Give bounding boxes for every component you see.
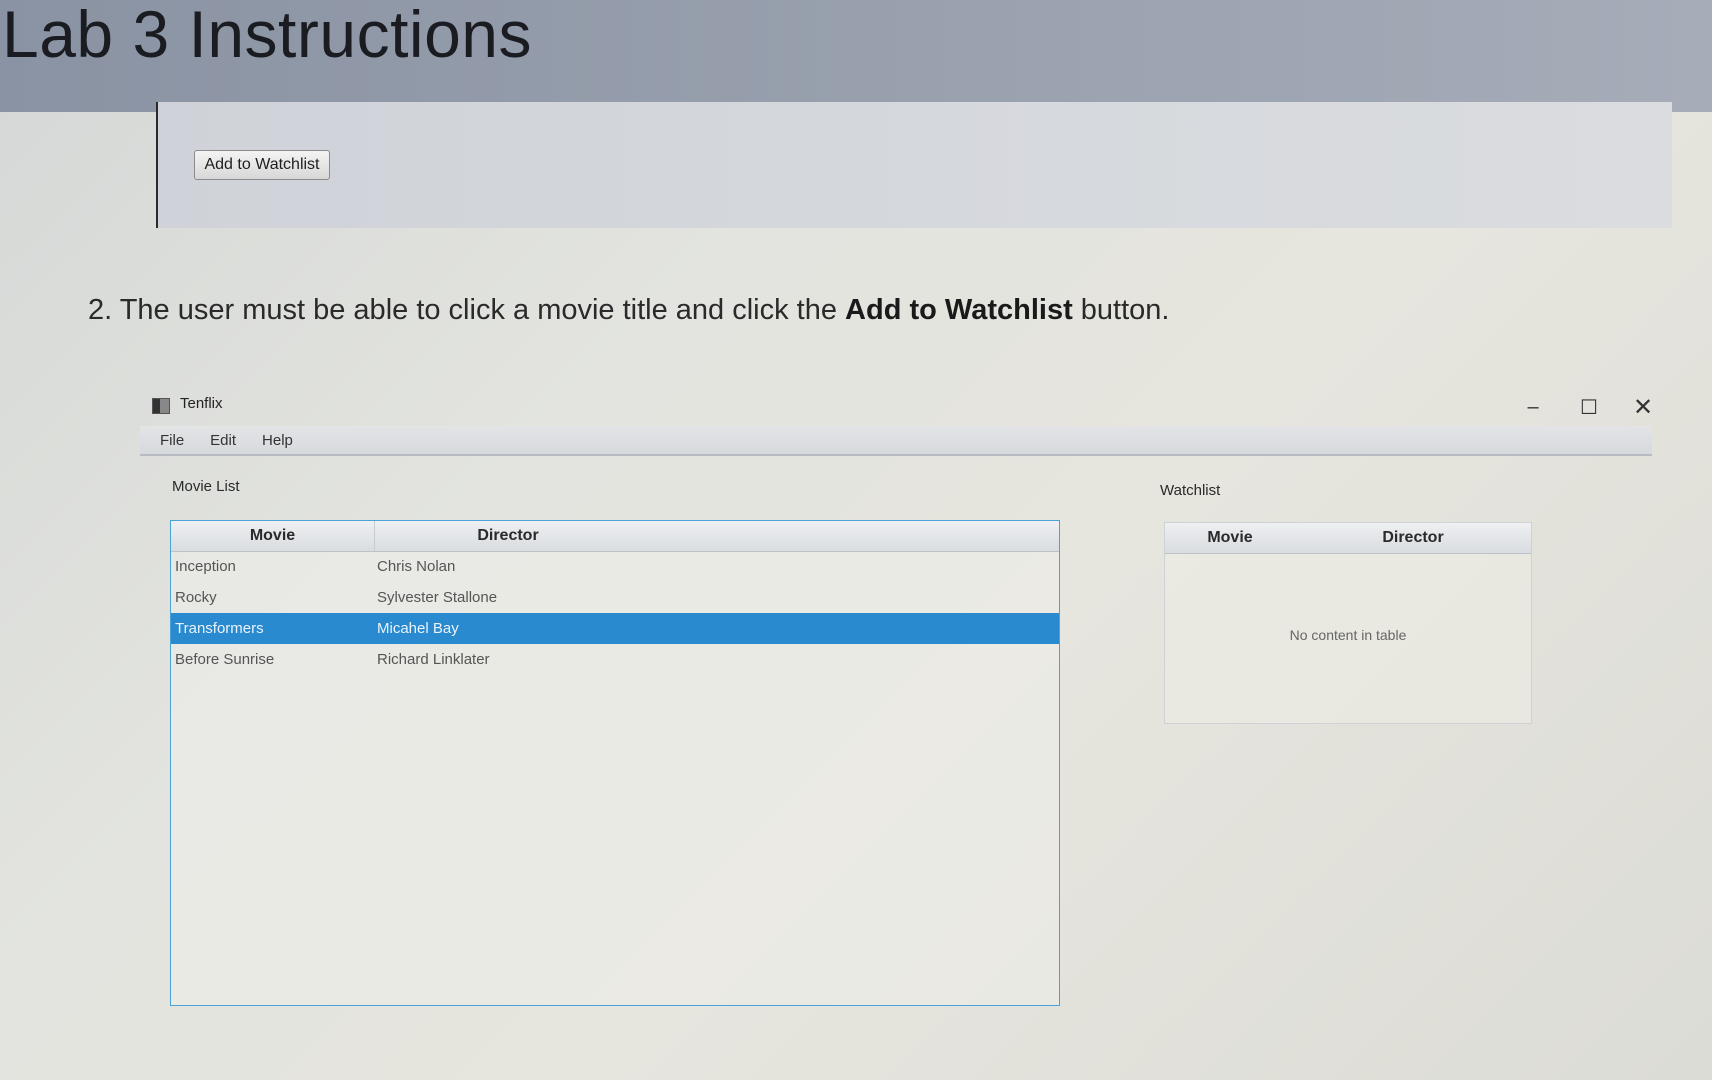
cell-movie: Before Sunrise <box>175 651 275 668</box>
window-title: Tenflix <box>180 395 223 412</box>
cell-director: Micahel Bay <box>377 620 459 637</box>
table-row[interactable]: Before Sunrise Richard Linklater <box>171 644 1059 675</box>
table-row[interactable]: Inception Chris Nolan <box>171 551 1059 582</box>
table-row-selected[interactable]: Transformers Micahel Bay <box>171 613 1059 644</box>
page-title: Lab 3 Instructions <box>2 0 532 71</box>
watchlist-label: Watchlist <box>1160 482 1221 499</box>
cell-movie: Rocky <box>175 589 217 606</box>
column-header-director[interactable]: Director <box>375 521 641 551</box>
cell-director: Chris Nolan <box>377 558 456 575</box>
watchlist-table-header: Movie Director <box>1165 523 1531 554</box>
empty-table-message: No content in table <box>1289 627 1407 643</box>
instruction-bold: Add to Watchlist <box>845 294 1073 326</box>
maximize-icon[interactable]: ☐ <box>1566 390 1612 424</box>
movie-list-label: Movie List <box>172 478 240 495</box>
instruction-suffix: button. <box>1072 294 1170 326</box>
column-header-movie[interactable]: Movie <box>171 521 375 551</box>
movie-table-header: Movie Director <box>171 521 1059 552</box>
cell-director: Sylvester Stallone <box>377 589 498 606</box>
add-to-watchlist-button[interactable]: Add to Watchlist <box>194 150 330 180</box>
menu-file[interactable]: File <box>160 432 184 449</box>
window-titlebar[interactable]: Tenflix – ☐ ✕ <box>140 390 1653 424</box>
page-header: Lab 3 Instructions <box>0 0 1712 112</box>
watchlist-table[interactable]: Movie Director No content in table <box>1164 522 1532 724</box>
menu-help[interactable]: Help <box>262 432 293 449</box>
cell-director: Richard Linklater <box>377 651 490 668</box>
close-icon[interactable]: ✕ <box>1620 390 1666 424</box>
watchlist-column-movie[interactable]: Movie <box>1165 523 1295 553</box>
tenflix-window: Tenflix – ☐ ✕ File Edit Help Movie List … <box>140 390 1653 1030</box>
movie-table[interactable]: Movie Director Inception Chris Nolan Roc… <box>170 520 1060 1006</box>
menubar: File Edit Help <box>140 426 1652 456</box>
menu-edit[interactable]: Edit <box>210 432 236 449</box>
previous-step-screenshot: Add to Watchlist <box>156 102 1672 228</box>
table-row[interactable]: Rocky Sylvester Stallone <box>171 582 1059 613</box>
instruction-text: 2. The user must be able to click a movi… <box>88 294 1169 327</box>
instruction-prefix: 2. The user must be able to click a movi… <box>88 294 846 326</box>
minimize-icon[interactable]: – <box>1510 390 1556 424</box>
app-icon <box>152 398 170 414</box>
cell-movie: Inception <box>175 558 236 575</box>
movie-table-rows: Inception Chris Nolan Rocky Sylvester St… <box>171 551 1059 675</box>
watchlist-column-director[interactable]: Director <box>1295 523 1531 553</box>
cell-movie: Transformers <box>175 620 264 637</box>
